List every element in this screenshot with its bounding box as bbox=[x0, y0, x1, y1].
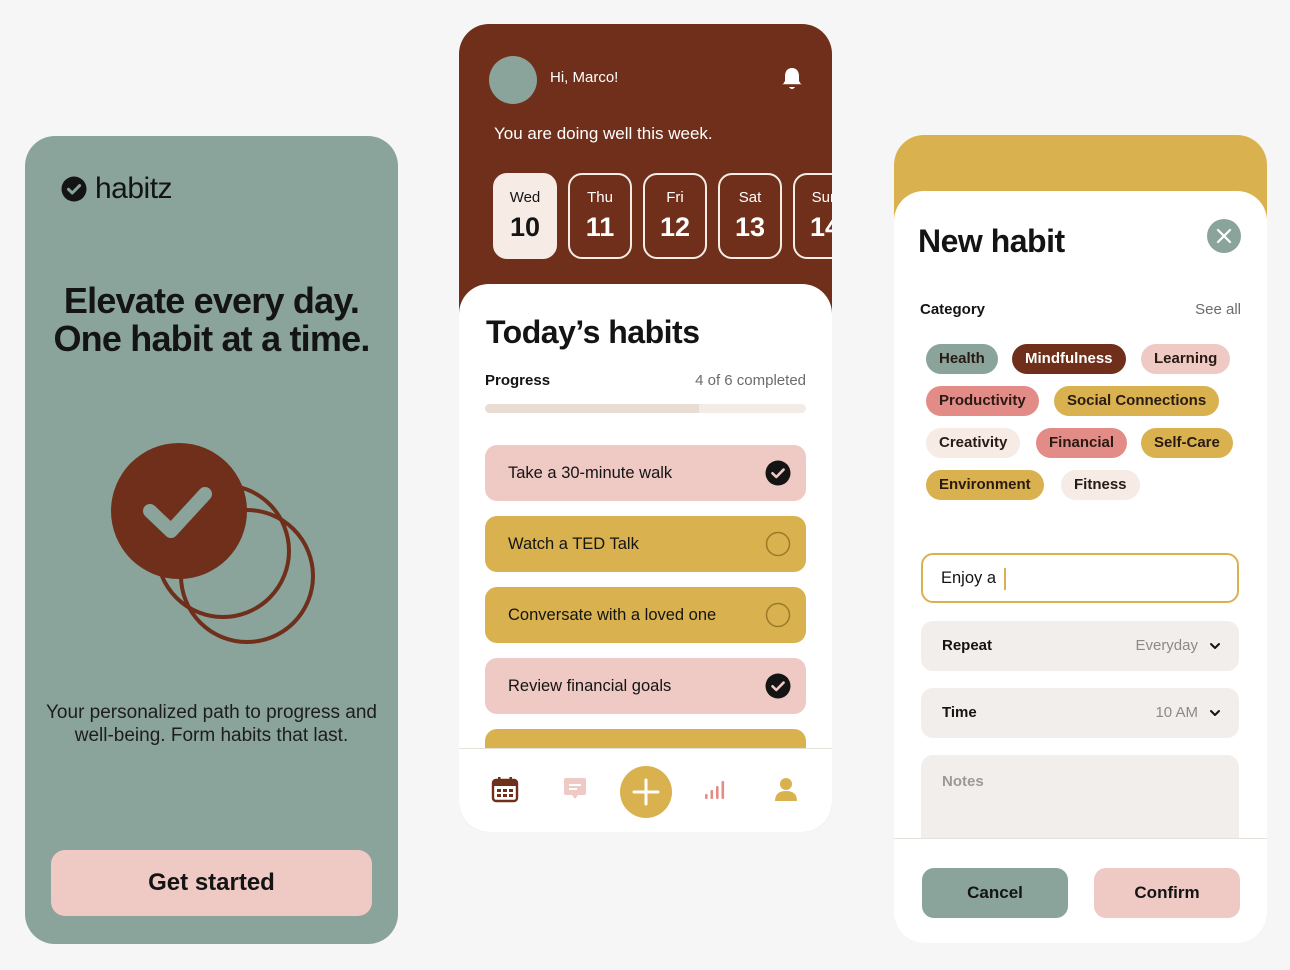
day-date: 10 bbox=[509, 212, 541, 242]
page-title: New habit bbox=[918, 223, 1065, 259]
habit-label: Review financial goals bbox=[508, 676, 672, 695]
day-sun[interactable]: Sun 14 bbox=[793, 173, 832, 259]
day-name: Thu bbox=[587, 189, 613, 206]
category-chip-self-care[interactable]: Self-Care bbox=[1141, 428, 1233, 458]
habit-item[interactable]: Conversate with a loved one bbox=[485, 587, 806, 643]
habit-name-value: Enjoy a bbox=[941, 569, 997, 587]
habit-item[interactable]: Watch a TED Talk bbox=[485, 516, 806, 572]
category-chip-financial[interactable]: Financial bbox=[1036, 428, 1128, 458]
week-message: You are doing well this week. bbox=[494, 124, 713, 143]
repeat-select[interactable]: Repeat Everyday bbox=[921, 621, 1239, 671]
habit-item[interactable]: Review financial goals bbox=[485, 658, 806, 714]
see-all-link[interactable]: See all bbox=[1195, 301, 1241, 318]
habit-name-input[interactable]: Enjoy a bbox=[921, 553, 1239, 603]
time-label: Time bbox=[942, 704, 977, 721]
habit-label: Watch a TED Talk bbox=[508, 534, 639, 553]
habit-label: Take a 30-minute walk bbox=[508, 463, 673, 482]
day-fri[interactable]: Fri 12 bbox=[643, 173, 707, 259]
day-sat[interactable]: Sat 13 bbox=[718, 173, 782, 259]
hero-headline: Elevate every day. One habit at a time. bbox=[53, 280, 370, 359]
day-name: Fri bbox=[666, 189, 684, 206]
day-name: Sun bbox=[811, 189, 832, 206]
bell-icon[interactable] bbox=[780, 66, 804, 92]
progress-fill bbox=[485, 404, 700, 413]
checked-icon[interactable] bbox=[765, 460, 791, 486]
progress-count: 4 of 6 completed bbox=[695, 372, 806, 389]
progress-bar bbox=[485, 404, 806, 413]
day-wed[interactable]: Wed 10 bbox=[493, 173, 557, 259]
tagline: Your personalized path to progress and w… bbox=[46, 702, 377, 746]
cancel-button[interactable]: Cancel bbox=[922, 868, 1068, 918]
time-value: 10 AM bbox=[1155, 704, 1198, 721]
category-chip-health[interactable]: Health bbox=[926, 344, 998, 374]
category-chip-fitness[interactable]: Fitness bbox=[1061, 470, 1140, 500]
habit-label: Conversate with a loved one bbox=[508, 605, 717, 624]
category-chip-environment[interactable]: Environment bbox=[926, 470, 1044, 500]
close-button[interactable] bbox=[1207, 219, 1241, 253]
category-chip-learning[interactable]: Learning bbox=[1141, 344, 1231, 374]
close-icon bbox=[1216, 228, 1232, 244]
day-name: Sat bbox=[738, 189, 762, 206]
day-thu[interactable]: Thu 11 bbox=[568, 173, 632, 259]
category-chip-productivity[interactable]: Productivity bbox=[926, 386, 1039, 416]
habit-list: Take a 30-minute walk Watch a TED Talk C… bbox=[485, 445, 806, 729]
new-habit-sheet: New habit Category See all Health Mindfu… bbox=[894, 191, 1267, 943]
day-date: 12 bbox=[659, 212, 691, 242]
text-caret bbox=[1004, 567, 1007, 590]
chat-icon[interactable] bbox=[561, 775, 589, 803]
home-screen: Hi, Marco! You are doing well this week.… bbox=[459, 24, 832, 832]
habit-check-illustration bbox=[111, 443, 315, 644]
dialog-footer: Cancel Confirm bbox=[894, 838, 1267, 943]
notes-placeholder: Notes bbox=[942, 773, 984, 790]
day-date: 14 bbox=[809, 212, 832, 242]
new-habit-screen: New habit Category See all Health Mindfu… bbox=[894, 135, 1267, 943]
category-chip-mindfulness[interactable]: Mindfulness bbox=[1012, 344, 1126, 374]
category-chip-creativity[interactable]: Creativity bbox=[926, 428, 1021, 458]
logo-text: habitz bbox=[95, 172, 173, 205]
plus-icon bbox=[632, 778, 660, 806]
day-date: 11 bbox=[585, 212, 615, 242]
progress-label: Progress bbox=[485, 372, 551, 389]
greeting: Hi, Marco! bbox=[550, 69, 619, 86]
category-chip-social-connections[interactable]: Social Connections bbox=[1054, 386, 1220, 416]
stats-icon[interactable] bbox=[702, 775, 730, 803]
add-habit-button[interactable] bbox=[620, 766, 672, 818]
logo-check-icon bbox=[61, 176, 87, 202]
unchecked-circle-icon[interactable] bbox=[765, 531, 791, 557]
profile-icon[interactable] bbox=[772, 775, 800, 803]
bottom-nav bbox=[459, 748, 832, 832]
repeat-label: Repeat bbox=[942, 637, 993, 654]
app-logo: habitz bbox=[61, 172, 173, 206]
calendar-icon[interactable] bbox=[491, 775, 519, 803]
chevron-down-icon bbox=[1210, 643, 1220, 649]
habits-sheet: Today’s habits Progress 4 of 6 completed… bbox=[459, 284, 832, 832]
confirm-button[interactable]: Confirm bbox=[1094, 868, 1240, 918]
chevron-down-icon bbox=[1210, 710, 1220, 716]
day-selector: Wed 10 Thu 11 Fri 12 Sat 13 Sun 14 bbox=[493, 173, 832, 259]
day-name: Wed bbox=[509, 189, 541, 206]
page-title: Today’s habits bbox=[486, 314, 700, 350]
unchecked-circle-icon[interactable] bbox=[765, 602, 791, 628]
onboarding-screen: habitz Elevate every day. One habit at a… bbox=[25, 136, 398, 944]
repeat-value: Everyday bbox=[1135, 637, 1198, 654]
avatar[interactable] bbox=[489, 56, 537, 104]
checked-icon[interactable] bbox=[765, 673, 791, 699]
time-select[interactable]: Time 10 AM bbox=[921, 688, 1239, 738]
notes-field[interactable]: Notes bbox=[921, 755, 1239, 845]
habit-item[interactable]: Take a 30-minute walk bbox=[485, 445, 806, 501]
get-started-button[interactable]: Get started bbox=[51, 850, 372, 916]
category-label: Category bbox=[920, 301, 986, 318]
day-date: 13 bbox=[734, 212, 766, 242]
